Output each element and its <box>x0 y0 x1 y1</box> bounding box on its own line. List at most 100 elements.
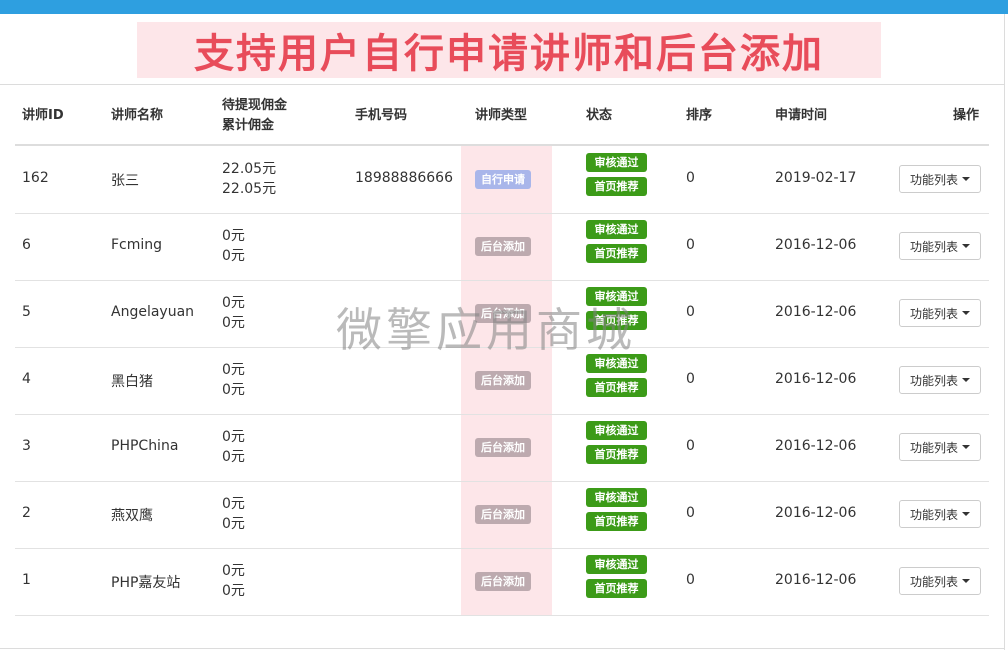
promo-banner: 支持用户自行申请讲师和后台添加 <box>137 22 881 78</box>
header-type: 讲师类型 <box>475 108 528 123</box>
cell-op: 功能列表 <box>899 165 982 193</box>
cell-type: 后台添加 <box>475 304 531 323</box>
cell-op: 功能列表 <box>899 232 982 260</box>
header-commission-pending: 待提现佣金 <box>222 98 288 113</box>
function-list-label: 功能列表 <box>910 172 959 187</box>
cell-sort: 0 <box>686 438 695 454</box>
function-list-button[interactable]: 功能列表 <box>899 165 982 193</box>
header-time: 申请时间 <box>775 108 828 123</box>
table-row: 2 燕双鹰 0元 0元 后台添加 审核通过 首页推荐 0 2016-12-06 … <box>15 481 989 549</box>
cell-name: 黑白猪 <box>111 374 153 390</box>
header-sort: 排序 <box>686 108 713 123</box>
cell-commission-total: 0元 <box>222 315 245 331</box>
header-name: 讲师名称 <box>111 108 164 123</box>
cell-status: 审核通过 首页推荐 <box>586 555 647 603</box>
cell-commission-pending: 0元 <box>222 362 245 378</box>
cell-commission: 0元 0元 <box>222 494 245 534</box>
cell-time: 2016-12-06 <box>775 505 857 521</box>
table-row: 5 Angelayuan 0元 0元 后台添加 审核通过 首页推荐 0 2016… <box>15 280 989 348</box>
divider <box>0 648 1004 649</box>
cell-time: 2019-02-17 <box>775 170 857 186</box>
cell-type: 后台添加 <box>475 505 531 524</box>
cell-commission-pending: 0元 <box>222 496 245 512</box>
function-list-label: 功能列表 <box>910 373 959 388</box>
cell-name: PHPChina <box>111 438 179 454</box>
status-badge-approved: 审核通过 <box>586 153 647 172</box>
cell-op: 功能列表 <box>899 366 982 394</box>
caret-down-icon <box>962 311 971 315</box>
cell-commission-total: 0元 <box>222 382 245 398</box>
caret-down-icon <box>962 378 971 382</box>
function-list-button[interactable]: 功能列表 <box>899 567 982 595</box>
cell-status: 审核通过 首页推荐 <box>586 354 647 402</box>
status-badge-recommended: 首页推荐 <box>586 244 647 263</box>
cell-commission-pending: 0元 <box>222 563 245 579</box>
function-list-button[interactable]: 功能列表 <box>899 433 982 461</box>
cell-time: 2016-12-06 <box>775 304 857 320</box>
status-badge-approved: 审核通过 <box>586 421 647 440</box>
type-badge: 后台添加 <box>475 572 531 591</box>
function-list-button[interactable]: 功能列表 <box>899 299 982 327</box>
cell-commission: 0元 0元 <box>222 360 245 400</box>
status-badge-approved: 审核通过 <box>586 354 647 373</box>
header-status: 状态 <box>586 108 613 123</box>
cell-sort: 0 <box>686 505 695 521</box>
cell-id: 162 <box>22 170 49 186</box>
function-list-button[interactable]: 功能列表 <box>899 500 982 528</box>
cell-commission: 0元 0元 <box>222 561 245 601</box>
banner-title: 支持用户自行申请讲师和后台添加 <box>194 31 824 77</box>
header-commission: 待提现佣金 累计佣金 <box>222 96 287 136</box>
cell-id: 4 <box>22 371 31 387</box>
cell-commission-total: 0元 <box>222 583 245 599</box>
function-list-button[interactable]: 功能列表 <box>899 366 982 394</box>
cell-commission-pending: 0元 <box>222 295 245 311</box>
cell-commission-pending: 22.05元 <box>222 161 277 177</box>
type-badge: 后台添加 <box>475 371 531 390</box>
caret-down-icon <box>962 445 971 449</box>
function-list-label: 功能列表 <box>910 440 959 455</box>
cell-op: 功能列表 <box>899 299 982 327</box>
status-badge-recommended: 首页推荐 <box>586 512 647 531</box>
cell-status: 审核通过 首页推荐 <box>586 153 647 201</box>
header-id: 讲师ID <box>22 108 64 123</box>
top-bar <box>0 0 1008 14</box>
cell-type: 后台添加 <box>475 438 531 457</box>
function-list-label: 功能列表 <box>910 574 959 589</box>
cell-type: 后台添加 <box>475 371 531 390</box>
function-list-label: 功能列表 <box>910 239 959 254</box>
cell-sort: 0 <box>686 170 695 186</box>
cell-op: 功能列表 <box>899 433 982 461</box>
cell-sort: 0 <box>686 572 695 588</box>
cell-commission-total: 0元 <box>222 516 245 532</box>
cell-time: 2016-12-06 <box>775 438 857 454</box>
type-badge: 后台添加 <box>475 304 531 323</box>
cell-status: 审核通过 首页推荐 <box>586 220 647 268</box>
cell-op: 功能列表 <box>899 567 982 595</box>
function-list-button[interactable]: 功能列表 <box>899 232 982 260</box>
cell-id: 3 <box>22 438 31 454</box>
cell-sort: 0 <box>686 371 695 387</box>
cell-commission: 22.05元 22.05元 <box>222 159 276 199</box>
table-row: 1 PHP嘉友站 0元 0元 后台添加 审核通过 首页推荐 0 2016-12-… <box>15 548 989 616</box>
header-op: 操作 <box>953 108 980 123</box>
cell-commission: 0元 0元 <box>222 427 245 467</box>
status-badge-approved: 审核通过 <box>586 488 647 507</box>
type-badge: 后台添加 <box>475 237 531 256</box>
table-row: 6 Fcming 0元 0元 后台添加 审核通过 首页推荐 0 2016-12-… <box>15 213 989 281</box>
status-badge-approved: 审核通过 <box>586 220 647 239</box>
function-list-label: 功能列表 <box>910 306 959 321</box>
cell-time: 2016-12-06 <box>775 371 857 387</box>
table-row: 3 PHPChina 0元 0元 后台添加 审核通过 首页推荐 0 2016-1… <box>15 414 989 482</box>
cell-status: 审核通过 首页推荐 <box>586 421 647 469</box>
cell-time: 2016-12-06 <box>775 572 857 588</box>
status-badge-approved: 审核通过 <box>586 555 647 574</box>
cell-id: 1 <box>22 572 31 588</box>
cell-type: 自行申请 <box>475 170 531 189</box>
cell-name: PHP嘉友站 <box>111 575 181 591</box>
divider <box>0 84 1004 85</box>
cell-id: 5 <box>22 304 31 320</box>
cell-status: 审核通过 首页推荐 <box>586 488 647 536</box>
cell-type: 后台添加 <box>475 237 531 256</box>
caret-down-icon <box>962 579 971 583</box>
cell-commission-pending: 0元 <box>222 429 245 445</box>
